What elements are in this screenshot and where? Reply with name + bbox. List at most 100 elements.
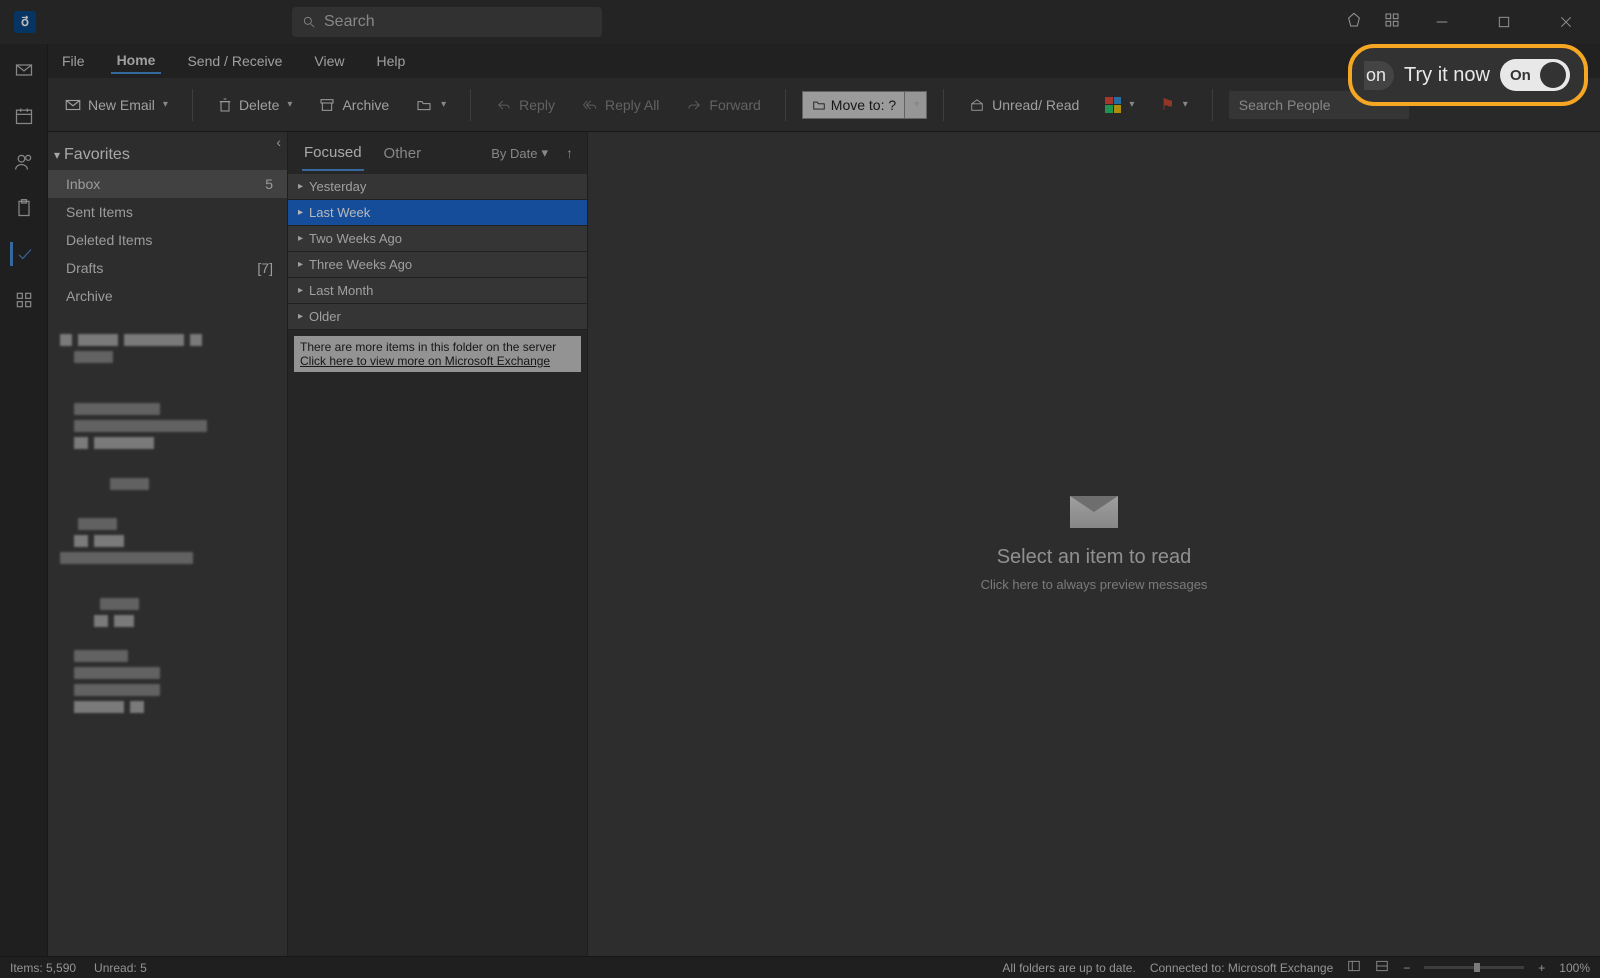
account-tree-redacted bbox=[48, 328, 287, 719]
status-bar: Items: 5,590 Unread: 5 All folders are u… bbox=[0, 956, 1600, 978]
move-to-label: Move to: ? bbox=[831, 97, 896, 113]
chevron-down-icon[interactable]: ▾ bbox=[287, 99, 292, 110]
global-search[interactable]: Search bbox=[292, 7, 602, 37]
new-email-button[interactable]: New Email ▾ bbox=[56, 92, 176, 118]
view-reading-icon[interactable] bbox=[1375, 959, 1389, 976]
sort-direction-icon[interactable]: ↑ bbox=[566, 145, 573, 161]
rail-todo[interactable] bbox=[10, 242, 34, 266]
archive-label: Archive bbox=[342, 97, 389, 113]
reading-pane: Select an item to read Click here to alw… bbox=[588, 132, 1600, 956]
chevron-down-icon[interactable]: ▾ bbox=[163, 99, 168, 110]
left-rail bbox=[0, 44, 48, 956]
tab-focused[interactable]: Focused bbox=[302, 136, 364, 171]
more-on-server-notice[interactable]: There are more items in this folder on t… bbox=[294, 336, 581, 372]
forward-label: Forward bbox=[709, 97, 760, 113]
folder-sent[interactable]: Sent Items bbox=[48, 198, 287, 226]
folder-label: Sent Items bbox=[66, 204, 133, 220]
chevron-down-icon: ▾ bbox=[914, 99, 919, 110]
group-three-weeks[interactable]: ▸Three Weeks Ago bbox=[288, 252, 587, 278]
folder-deleted[interactable]: Deleted Items bbox=[48, 226, 287, 254]
move-to-button[interactable]: Move to: ? bbox=[802, 91, 905, 119]
menu-file[interactable]: File bbox=[56, 49, 91, 73]
tab-other[interactable]: Other bbox=[382, 137, 424, 170]
folder-label: Deleted Items bbox=[66, 232, 152, 248]
calendar-icon bbox=[14, 106, 34, 126]
group-last-week[interactable]: ▸Last Week bbox=[288, 200, 587, 226]
trash-icon bbox=[217, 96, 233, 114]
view-normal-icon[interactable] bbox=[1347, 959, 1361, 976]
people-icon bbox=[14, 152, 34, 172]
forward-icon bbox=[685, 98, 703, 112]
menu-home[interactable]: Home bbox=[111, 48, 162, 74]
rail-mail[interactable] bbox=[12, 58, 36, 82]
categories-icon bbox=[1105, 97, 1121, 113]
window-minimize[interactable] bbox=[1422, 7, 1462, 37]
premium-icon[interactable] bbox=[1346, 12, 1362, 33]
promo-cut-text: on bbox=[1364, 61, 1394, 90]
envelope-open-icon bbox=[968, 98, 986, 112]
delete-button[interactable]: Delete ▾ bbox=[209, 92, 301, 118]
check-icon bbox=[16, 244, 34, 264]
grid-icon bbox=[14, 290, 34, 310]
categorize-button[interactable]: ▾ bbox=[1097, 93, 1142, 117]
sort-by-date[interactable]: By Date ▾ bbox=[491, 145, 548, 161]
forward-button[interactable]: Forward bbox=[677, 93, 768, 117]
chevron-right-icon: ▸ bbox=[298, 181, 303, 192]
folder-label: Inbox bbox=[66, 176, 100, 192]
chevron-down-icon: ▾ bbox=[54, 148, 60, 162]
chevron-right-icon: ▸ bbox=[298, 233, 303, 244]
group-older[interactable]: ▸Older bbox=[288, 304, 587, 330]
folder-drafts[interactable]: Drafts [7] bbox=[48, 254, 287, 282]
flag-button[interactable]: ⚑ ▾ bbox=[1152, 91, 1195, 119]
reply-all-button[interactable]: Reply All bbox=[573, 93, 667, 117]
zoom-in-icon[interactable]: + bbox=[1538, 961, 1545, 975]
app-icon: o⃗ bbox=[14, 11, 36, 33]
folder-count: 5 bbox=[265, 176, 273, 192]
rail-more[interactable] bbox=[12, 288, 36, 312]
folder-pane: ‹ ▾ Favorites Inbox 5 Sent Items Deleted… bbox=[48, 132, 288, 956]
group-two-weeks[interactable]: ▸Two Weeks Ago bbox=[288, 226, 587, 252]
flag-icon: ⚑ bbox=[1160, 95, 1174, 115]
apps-icon[interactable] bbox=[1384, 12, 1400, 33]
group-last-month[interactable]: ▸Last Month bbox=[288, 278, 587, 304]
reply-button[interactable]: Reply bbox=[487, 93, 563, 117]
search-placeholder: Search bbox=[324, 13, 375, 31]
folder-count: [7] bbox=[257, 260, 273, 276]
move-to-dropdown[interactable]: ▾ bbox=[905, 91, 927, 119]
unread-read-button[interactable]: Unread/ Read bbox=[960, 93, 1087, 117]
bydate-label: By Date bbox=[491, 146, 537, 161]
more-server-text: There are more items in this folder on t… bbox=[300, 340, 575, 354]
delete-label: Delete bbox=[239, 97, 279, 113]
window-maximize[interactable] bbox=[1484, 7, 1524, 37]
collapse-pane-icon[interactable]: ‹ bbox=[276, 134, 281, 150]
folder-inbox[interactable]: Inbox 5 bbox=[48, 170, 287, 198]
message-list-pane: Focused Other By Date ▾ ↑ ▸Yesterday ▸La… bbox=[288, 132, 588, 956]
reply-all-icon bbox=[581, 98, 599, 112]
group-label: Last Month bbox=[309, 283, 373, 298]
rail-people[interactable] bbox=[12, 150, 36, 174]
menu-view[interactable]: View bbox=[308, 49, 350, 73]
status-connection: Connected to: Microsoft Exchange bbox=[1150, 961, 1333, 975]
rail-tasks[interactable] bbox=[12, 196, 36, 220]
folder-archive[interactable]: Archive bbox=[48, 282, 287, 310]
window-close[interactable] bbox=[1546, 7, 1586, 37]
folder-move-icon bbox=[415, 97, 433, 113]
try-it-now-toggle[interactable]: On bbox=[1500, 59, 1570, 91]
content-area: ‹ ▾ Favorites Inbox 5 Sent Items Deleted… bbox=[48, 132, 1600, 956]
mail-icon bbox=[14, 60, 34, 80]
favorites-header[interactable]: ▾ Favorites bbox=[48, 132, 287, 170]
chevron-down-icon: ▾ bbox=[441, 99, 446, 110]
menu-sendreceive[interactable]: Send / Receive bbox=[181, 49, 288, 73]
group-yesterday[interactable]: ▸Yesterday bbox=[288, 174, 587, 200]
zoom-slider[interactable] bbox=[1424, 966, 1524, 969]
rail-calendar[interactable] bbox=[12, 104, 36, 128]
more-server-link[interactable]: Click here to view more on Microsoft Exc… bbox=[300, 354, 575, 368]
reading-empty-title: Select an item to read bbox=[997, 546, 1192, 569]
reading-empty-subtitle[interactable]: Click here to always preview messages bbox=[981, 577, 1208, 592]
search-icon bbox=[302, 15, 316, 29]
zoom-out-icon[interactable]: − bbox=[1403, 961, 1410, 975]
reply-icon bbox=[495, 98, 513, 112]
move-dropdown-icon[interactable]: ▾ bbox=[407, 93, 454, 117]
archive-button[interactable]: Archive bbox=[310, 93, 397, 117]
menu-help[interactable]: Help bbox=[371, 49, 412, 73]
